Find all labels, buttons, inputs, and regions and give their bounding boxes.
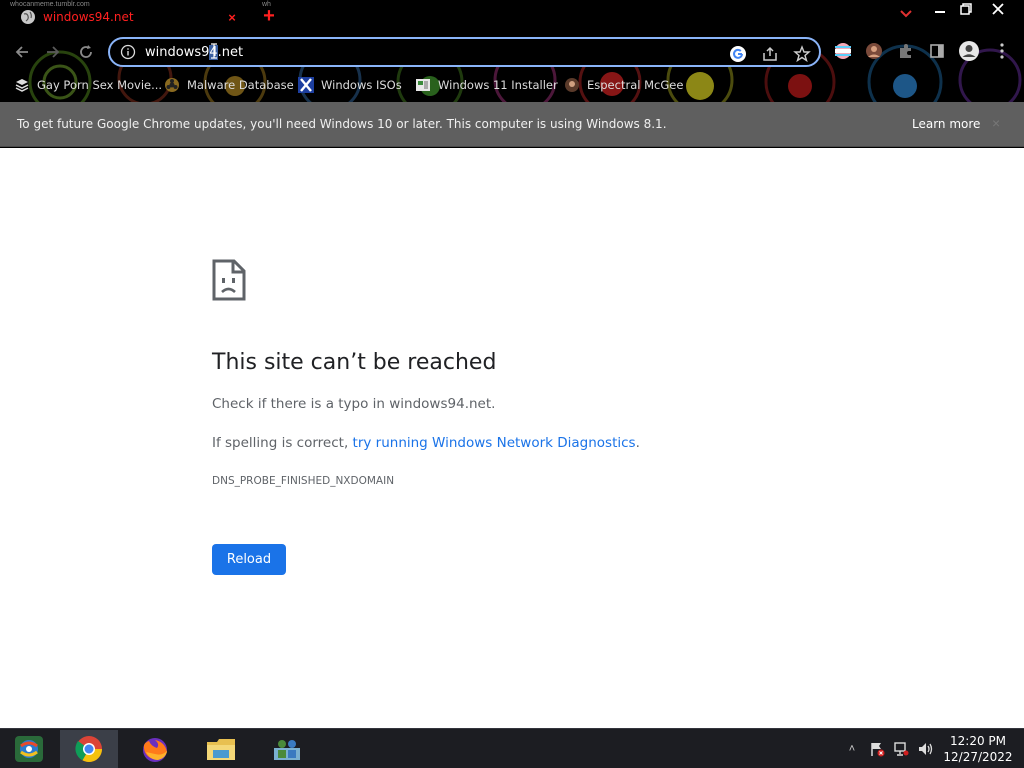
google-lens-button[interactable]: [728, 45, 748, 63]
network-tray-button[interactable]: [892, 741, 910, 757]
restore-icon: [960, 3, 972, 15]
update-infobar: To get future Google Chrome updates, you…: [0, 102, 1024, 147]
infobar-message: To get future Google Chrome updates, you…: [17, 117, 667, 131]
chrome-menu-button[interactable]: [991, 40, 1013, 62]
bookmark-label: Gay Porn Sex Movie...: [37, 78, 163, 92]
learn-more-link[interactable]: Learn more: [912, 117, 980, 131]
taskbar-firefox[interactable]: [126, 730, 184, 768]
avatar-icon: [565, 78, 579, 92]
url-text-end: .net: [217, 44, 244, 60]
sad-document-icon: [212, 259, 246, 301]
forward-button[interactable]: [40, 40, 66, 64]
tab-close-button[interactable]: ×: [224, 10, 240, 25]
minimize-icon: [935, 11, 945, 13]
info-icon[interactable]: [120, 44, 136, 60]
stack-icon: [15, 79, 29, 92]
avatar-icon: [866, 43, 882, 59]
restore-button[interactable]: [953, 0, 979, 18]
network-wired-icon: [894, 742, 909, 756]
tray-overflow-button[interactable]: ˄: [843, 741, 861, 757]
flag-alert-icon: [871, 743, 885, 757]
taskbar-network-app[interactable]: [258, 730, 316, 768]
installer-icon: [416, 79, 430, 91]
puzzle-icon: [900, 44, 911, 58]
firefox-icon: [143, 738, 167, 762]
share-button[interactable]: [760, 45, 780, 63]
x-logo-icon: [298, 77, 314, 93]
error-title: This site can’t be reached: [212, 350, 497, 375]
tab-title: windows94.net: [43, 10, 134, 24]
error-page: This site can’t be reached Check if ther…: [0, 148, 1024, 728]
browser-chrome: whocanmeme.tumblr.com wh windows94.net ×…: [0, 0, 1024, 102]
taskbar-chrome[interactable]: [60, 730, 118, 768]
reload-toolbar-button[interactable]: [73, 40, 99, 64]
folder-icon: [207, 739, 235, 760]
extensions-button[interactable]: [895, 40, 917, 62]
side-panel-button[interactable]: [926, 40, 948, 62]
clock-time: 12:20 PM: [950, 734, 1006, 748]
address-bar[interactable]: windows94.net: [108, 37, 821, 67]
google-g-icon: [730, 46, 746, 62]
bookmark-label: Windows 11 Installer: [438, 78, 558, 92]
system-clock[interactable]: 12:20 PM 12/27/2022: [936, 733, 1020, 765]
action-center-button[interactable]: [868, 741, 886, 757]
chrome-icon: [75, 736, 103, 763]
chevron-down-icon: [900, 10, 912, 18]
taskbar: ˄ 12:20 PM 12/27/2022: [0, 728, 1024, 768]
tab-active[interactable]: windows94.net ×: [8, 2, 248, 32]
screen: whocanmeme.tumblr.com wh windows94.net ×…: [0, 0, 1024, 768]
volume-button[interactable]: [916, 741, 934, 757]
network-people-icon: [274, 740, 300, 760]
infobar-close-button[interactable]: ×: [992, 115, 1000, 131]
bookmark-item[interactable]: Windows ISOs: [298, 76, 402, 94]
bookmark-item[interactable]: Gay Porn Sex Movie...: [14, 76, 162, 94]
url-text-start: windows9: [145, 44, 210, 60]
extension-flag-button[interactable]: [832, 40, 854, 62]
share-icon: [763, 46, 777, 61]
arrow-right-icon: [47, 46, 60, 58]
back-button[interactable]: [9, 40, 35, 64]
profile-button[interactable]: [958, 40, 980, 62]
error-hint-diagnostics: If spelling is correct, try running Wind…: [212, 435, 640, 451]
bookmark-item[interactable]: Malware Database: [164, 76, 294, 94]
clock-date: 12/27/2022: [943, 750, 1013, 764]
error-code: DNS_PROBE_FINISHED_NXDOMAIN: [212, 475, 395, 487]
extension-avatar-button[interactable]: [863, 40, 885, 62]
close-window-button[interactable]: [985, 0, 1011, 18]
chevron-up-icon: ˄: [848, 743, 856, 755]
bookmark-item[interactable]: Espectral McGee: [564, 76, 683, 94]
diagnostics-prefix: If spelling is correct,: [212, 435, 353, 451]
account-circle-icon: [959, 41, 979, 61]
text-cursor-icon: [211, 43, 217, 59]
tab-search-button[interactable]: [897, 6, 915, 20]
tab-strip: whocanmeme.tumblr.com wh windows94.net ×…: [0, 0, 1024, 34]
bookmark-label: Espectral McGee: [587, 78, 684, 92]
windows-logo-icon: [15, 736, 43, 762]
browser-toolbar: windows94.net: [0, 34, 1024, 70]
close-icon: [992, 3, 1004, 15]
taskbar-file-explorer[interactable]: [192, 730, 250, 768]
address-bar-url[interactable]: windows94.net: [145, 44, 244, 60]
refresh-icon: [80, 45, 92, 58]
bookmark-item[interactable]: Windows 11 Installer: [415, 76, 558, 94]
arrow-left-icon: [15, 46, 28, 58]
diagnostics-suffix: .: [635, 435, 640, 451]
side-panel-icon: [930, 44, 944, 58]
new-tab-button[interactable]: +: [258, 6, 280, 28]
start-button[interactable]: [0, 730, 58, 768]
minimize-button[interactable]: [927, 0, 953, 18]
network-diagnostics-link[interactable]: try running Windows Network Diagnostics: [353, 435, 636, 451]
reload-button[interactable]: Reload: [212, 544, 286, 575]
star-icon: [793, 45, 811, 63]
flag-circle-icon: [835, 43, 851, 59]
bookmark-label: Windows ISOs: [321, 78, 402, 92]
bookmark-star-button[interactable]: [792, 45, 812, 63]
speaker-icon: [919, 743, 933, 755]
bookmark-label: Malware Database: [187, 78, 294, 92]
bookmarks-bar: Gay Porn Sex Movie... Malware Database W…: [0, 72, 1024, 98]
biohazard-icon: [165, 78, 179, 92]
more-vertical-icon: [1000, 43, 1004, 59]
globe-icon: [21, 10, 35, 24]
error-hint-typo: Check if there is a typo in windows94.ne…: [212, 396, 496, 412]
